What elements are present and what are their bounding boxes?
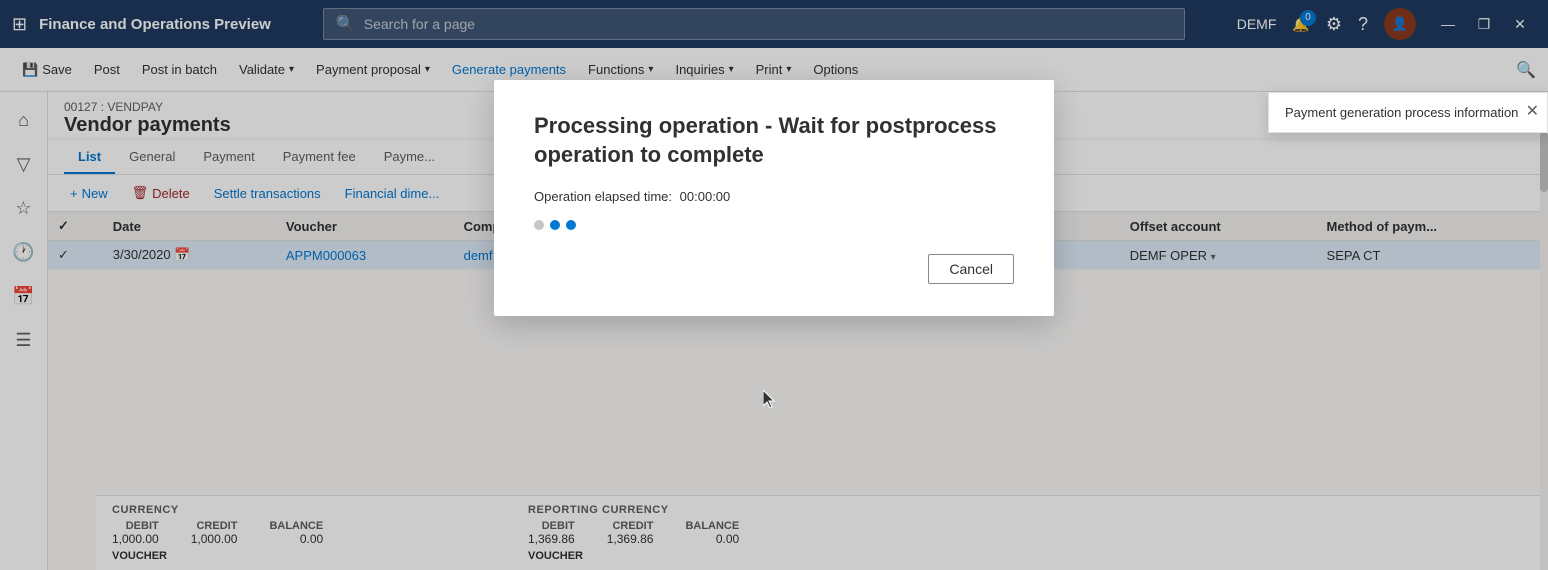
modal-title: Processing operation - Wait for postproc… xyxy=(534,112,1014,169)
info-popup-text: Payment generation process information xyxy=(1285,105,1518,120)
info-popup: ✕ Payment generation process information xyxy=(1268,92,1548,133)
modal-footer: Cancel xyxy=(534,254,1014,284)
processing-modal: Processing operation - Wait for postproc… xyxy=(494,80,1054,316)
modal-progress-dots xyxy=(534,220,1014,230)
dot-2 xyxy=(550,220,560,230)
modal-overlay: Processing operation - Wait for postproc… xyxy=(0,0,1548,570)
dot-3 xyxy=(566,220,576,230)
info-popup-close-btn[interactable]: ✕ xyxy=(1526,101,1539,121)
modal-elapsed: Operation elapsed time: 00:00:00 xyxy=(534,189,1014,204)
dot-1 xyxy=(534,220,544,230)
cancel-button[interactable]: Cancel xyxy=(928,254,1014,284)
